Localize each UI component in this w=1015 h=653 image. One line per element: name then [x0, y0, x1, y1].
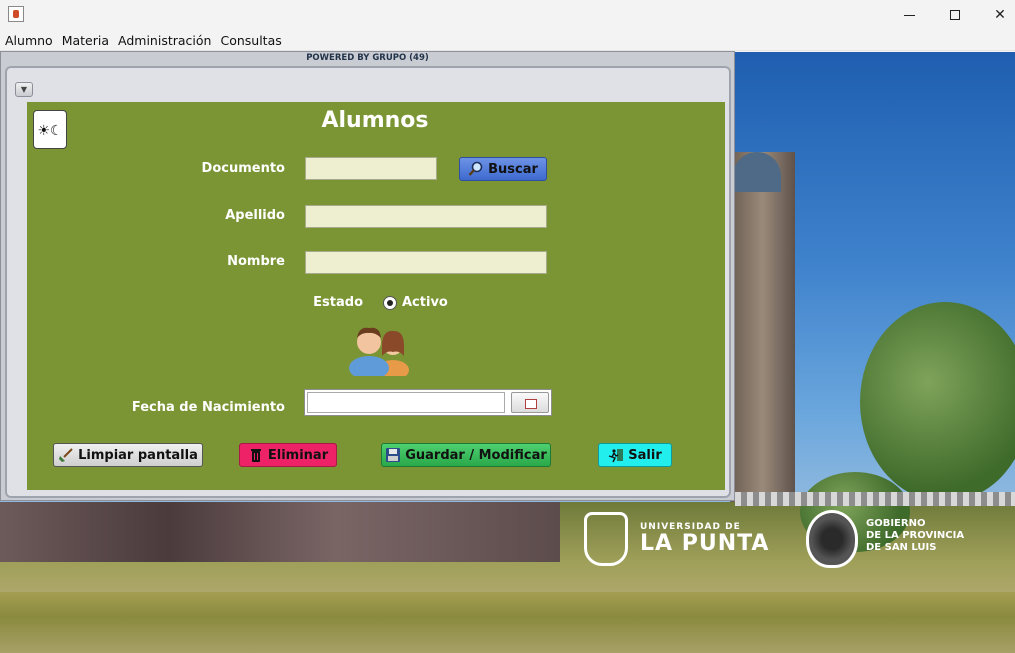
collapse-button[interactable]: ▼ — [15, 82, 33, 97]
calendar-button[interactable] — [511, 392, 549, 413]
broom-icon — [59, 448, 73, 462]
university-logo-icon — [584, 512, 628, 566]
internal-frame-content: ▼ ☀☾ Alumnos Documento Buscar Apellido N… — [5, 66, 731, 498]
buscar-label: Buscar — [488, 161, 538, 177]
limpiar-button[interactable]: Limpiar pantalla — [53, 443, 203, 467]
guardar-modificar-button[interactable]: Guardar / Modificar — [381, 443, 551, 467]
low-building — [0, 502, 560, 562]
nombre-input[interactable] — [305, 251, 547, 274]
activo-label: Activo — [402, 295, 448, 310]
gobierno-line1: GOBIERNO — [866, 518, 926, 529]
activo-radio[interactable] — [383, 296, 397, 310]
menu-consultas[interactable]: Consultas — [215, 30, 285, 50]
menu-alumno[interactable]: Alumno — [0, 30, 57, 50]
eliminar-button[interactable]: Eliminar — [239, 443, 337, 467]
maximize-icon — [950, 10, 960, 20]
salir-button[interactable]: Salir — [598, 443, 672, 467]
minimize-icon — [903, 14, 915, 16]
maximize-button[interactable] — [932, 0, 978, 30]
fecha-nacimiento-label: Fecha de Nacimiento — [131, 400, 285, 415]
guardar-label: Guardar / Modificar — [405, 447, 547, 463]
form-title: Alumnos — [321, 108, 429, 133]
alumnos-form-panel: ☀☾ Alumnos Documento Buscar Apellido Nom… — [27, 102, 725, 490]
powered-by-label: POWERED BY GRUPO (49) — [306, 53, 429, 63]
close-button[interactable]: ✕ — [977, 0, 1015, 30]
exit-door-icon — [609, 449, 624, 463]
menu-materia[interactable]: Materia — [57, 30, 113, 50]
gobierno-line2: DE LA PROVINCIA — [866, 530, 965, 541]
fecha-nacimiento-chooser — [304, 389, 552, 416]
save-icon — [386, 448, 401, 462]
limpiar-label: Limpiar pantalla — [78, 447, 198, 463]
tree — [860, 302, 1015, 502]
java-cup-icon — [8, 6, 24, 22]
estado-label: Estado — [313, 295, 363, 310]
menu-bar: Alumno Materia Administración Consultas — [0, 30, 1015, 51]
eliminar-label: Eliminar — [267, 447, 329, 463]
fecha-nacimiento-input[interactable] — [307, 392, 505, 413]
canopy — [735, 492, 1015, 506]
magnifier-icon — [468, 161, 483, 176]
building-tower — [730, 152, 795, 512]
university-logo-text: UNIVERSIDAD DE LA PUNTA — [640, 522, 769, 556]
apellido-label: Apellido — [225, 208, 285, 223]
internal-frame: POWERED BY GRUPO (49) ▼ ☀☾ Alumnos Docum… — [0, 51, 735, 501]
students-icon — [349, 327, 409, 376]
trash-icon — [250, 449, 261, 462]
close-icon: ✕ — [994, 7, 1006, 23]
building-dome — [733, 152, 781, 192]
minimize-button[interactable] — [886, 0, 932, 30]
menu-administracion[interactable]: Administración — [113, 30, 215, 50]
apellido-input[interactable] — [305, 205, 547, 228]
nombre-label: Nombre — [227, 254, 285, 269]
window-title-bar: ✕ — [0, 0, 1015, 30]
province-seal-icon — [806, 510, 858, 568]
gobierno-line3: DE SAN LUIS — [866, 542, 937, 553]
gobierno-logo-text: GOBIERNO DE LA PROVINCIA DE SAN LUIS — [866, 518, 964, 554]
salir-label: Salir — [628, 447, 662, 463]
documento-input[interactable] — [305, 157, 437, 180]
buscar-button[interactable]: Buscar — [459, 157, 547, 181]
university-line2: LA PUNTA — [640, 531, 770, 556]
grass — [0, 592, 1015, 653]
documento-label: Documento — [201, 161, 285, 176]
